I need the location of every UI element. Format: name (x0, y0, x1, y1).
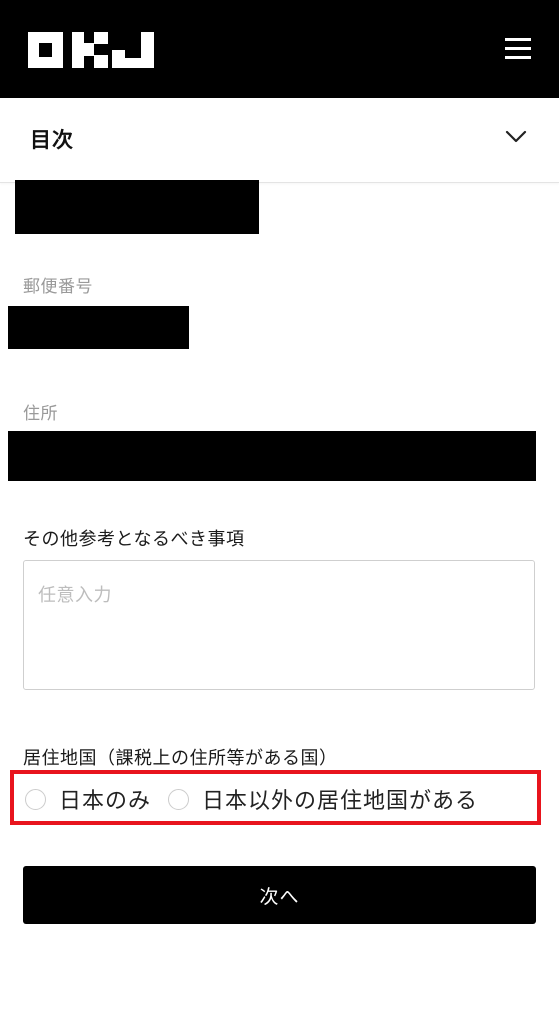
radio-circle-icon[interactable] (25, 788, 46, 810)
chevron-down-icon (505, 130, 527, 143)
remarks-placeholder: 任意入力 (38, 585, 112, 606)
redacted-field-value (15, 180, 259, 234)
next-button[interactable]: 次へ (23, 866, 536, 924)
residence-radio-group: 日本のみ 日本以外の居住地国がある (10, 770, 541, 825)
remarks-label: その他参考となるべき事項 (23, 529, 245, 550)
redacted-address (8, 431, 536, 481)
redacted-postal-code (8, 306, 189, 349)
okj-logo[interactable] (28, 30, 154, 70)
radio-label-japan-only: 日本のみ (59, 789, 152, 814)
address-label: 住所 (23, 404, 58, 424)
app-header (0, 0, 559, 98)
radio-other-country[interactable]: 日本以外の居住地国がある (168, 784, 478, 814)
radio-circle-icon[interactable] (168, 788, 189, 810)
remarks-textarea[interactable]: 任意入力 (23, 560, 535, 690)
residence-country-label: 居住地国（課税上の住所等がある国） (23, 748, 338, 769)
radio-label-other-country: 日本以外の居住地国がある (202, 789, 479, 814)
next-button-label: 次へ (259, 885, 300, 908)
hamburger-menu-icon[interactable] (505, 38, 531, 60)
postal-code-label: 郵便番号 (23, 277, 93, 297)
toc-title: 目次 (30, 128, 74, 152)
radio-japan-only[interactable]: 日本のみ (25, 784, 151, 814)
table-of-contents-toggle[interactable]: 目次 (0, 98, 559, 183)
